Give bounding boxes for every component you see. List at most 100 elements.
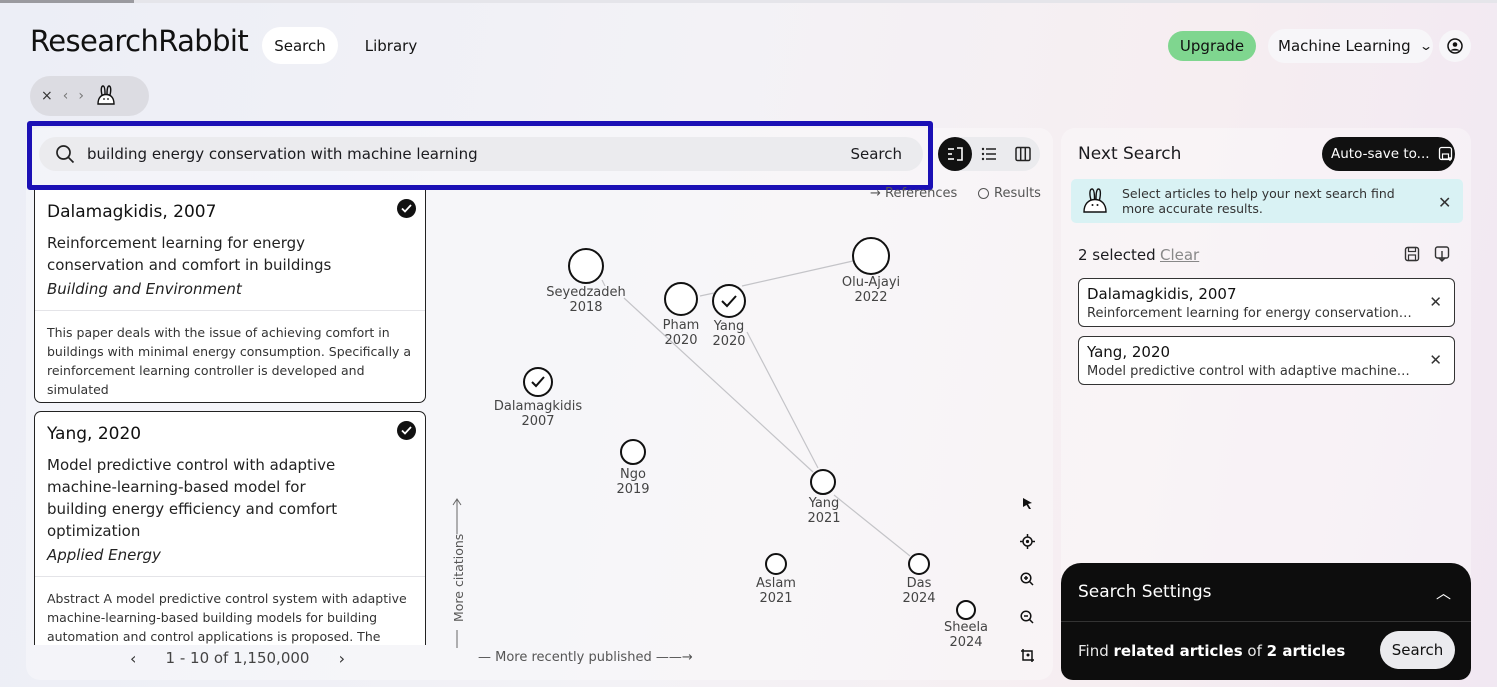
node-name: Aslam [756,576,796,591]
network-view-button[interactable] [938,137,972,171]
columns-view-button[interactable] [1006,137,1040,171]
selected-article-card[interactable]: Yang, 2020 Model predictive control with… [1078,336,1455,385]
graph-node-label: Sheela 2024 [944,620,988,650]
graph-node[interactable] [956,600,976,620]
back-icon[interactable]: ‹ [63,88,69,104]
node-year: 2022 [854,289,888,305]
graph-node[interactable] [664,282,698,316]
divider [1061,621,1471,622]
account-button[interactable] [1439,30,1471,62]
rabbit-icon[interactable] [94,84,118,108]
find-mid: of [1247,642,1262,660]
node-name: Olu-Ajayi [841,275,901,290]
collection-label: Machine Learning [1278,37,1411,55]
article-card-header: Yang, 2020 Model predictive control with… [35,412,425,577]
app-logo[interactable]: ResearchRabbit [30,24,249,58]
graph-node-label: Aslam 2021 [756,576,796,606]
upgrade-button[interactable]: Upgrade [1168,31,1256,61]
auto-save-button[interactable]: Auto-save to... [1322,137,1455,171]
graph-node[interactable] [810,469,836,495]
save-selection-icon[interactable] [1403,245,1421,263]
graph-node[interactable] [908,553,930,575]
article-abstract: This paper deals with the issue of achie… [47,325,412,397]
article-card[interactable]: Yang, 2020 Model predictive control with… [34,411,426,645]
run-search-button[interactable]: Search [1380,631,1455,669]
check-icon [401,426,412,435]
graph-node[interactable] [852,237,890,275]
close-history-icon[interactable]: × [41,88,53,104]
layout-tool[interactable] [1016,644,1038,666]
layout-icon [1020,648,1034,662]
graph-node-label: Olu-Ajayi 2022 [841,275,901,305]
graph-node[interactable] [568,248,604,284]
view-toggle [938,137,1040,171]
node-year: 2024 [902,590,936,606]
selected-article-card[interactable]: Dalamagkidis, 2007 Reinforcement learnin… [1078,278,1455,327]
article-title: Model predictive control with adaptive m… [47,456,338,540]
article-journal: Applied Energy [47,546,161,564]
locate-icon [1019,533,1035,549]
article-title: Reinforcement learning for energy conser… [47,234,332,274]
node-year: 2024 [949,634,983,650]
article-card[interactable]: Dalamagkidis, 2007 Reinforcement learnin… [34,190,426,403]
tip-text: Select articles to help your next search… [1122,186,1395,216]
tab-library[interactable]: Library [352,27,430,64]
selected-article-author: Dalamagkidis, 2007 [1087,285,1237,303]
graph-node[interactable] [712,284,746,318]
citation-graph[interactable] [430,195,1050,675]
graph-node-label: Pham 2020 [662,318,700,348]
node-year: 2021 [807,510,841,526]
node-name: Yang [713,319,745,334]
pointer-tool[interactable] [1016,492,1038,514]
graph-node[interactable] [523,367,553,397]
node-name: Ngo [620,467,646,482]
x-axis-label: — More recently published ——→ [478,650,693,665]
article-journal: Building and Environment [47,280,242,298]
top-border-accent [0,0,134,3]
node-year: 2007 [521,413,555,429]
close-tip-icon[interactable]: ✕ [1438,193,1451,212]
graph-node[interactable] [765,553,787,575]
search-settings-title[interactable]: Search Settings [1078,582,1212,602]
article-author-year: Dalamagkidis, 2007 [47,202,217,222]
zoom-out-button[interactable] [1016,606,1038,628]
collection-dropdown[interactable]: Machine Learning ⌄ [1268,29,1433,63]
node-year: 2018 [569,299,603,315]
list-view-button[interactable] [972,137,1006,171]
columns-view-icon [1015,146,1031,162]
remove-selection-icon[interactable]: ✕ [1429,293,1442,311]
auto-save-label: Auto-save to... [1331,146,1430,162]
node-name: Yang [808,496,840,511]
export-selection-icon[interactable] [1433,245,1451,263]
next-page-button[interactable]: › [339,649,345,668]
clear-selection-link[interactable]: Clear [1160,246,1199,264]
save-icon [1438,146,1452,161]
cursor-icon [1023,497,1032,509]
top-border [0,0,1497,3]
forward-icon[interactable]: › [78,88,84,104]
article-abstract: Abstract A model predictive control syst… [47,591,407,644]
next-search-title: Next Search [1078,144,1182,164]
remove-selection-icon[interactable]: ✕ [1429,351,1442,369]
node-name: Seyedzadeh [546,285,626,300]
graph-node-label: Yang 2021 [807,496,841,526]
article-selected-checkbox[interactable] [397,421,416,440]
graph-node[interactable] [620,439,646,465]
node-year: 2020 [664,332,698,348]
selected-article-title: Model predictive control with adaptive m… [1087,364,1413,379]
article-selected-checkbox[interactable] [397,199,416,218]
graph-node-label: Ngo 2019 [616,467,649,497]
find-count: 2 articles [1266,642,1346,660]
center-tool[interactable] [1016,530,1038,552]
zoom-in-button[interactable] [1016,568,1038,590]
prev-page-button[interactable]: ‹ [130,649,136,668]
chevron-up-icon[interactable]: ︿ [1436,582,1451,603]
tab-search[interactable]: Search [262,27,338,64]
article-author-year: Yang, 2020 [47,424,142,444]
node-name: Pham [662,318,700,333]
search-settings-panel: Search Settings ︿ Find related articles … [1061,563,1471,680]
graph-edge [741,260,854,287]
check-icon [401,204,412,213]
selected-article-author: Yang, 2020 [1087,343,1171,361]
search-bar-highlight [27,121,933,190]
